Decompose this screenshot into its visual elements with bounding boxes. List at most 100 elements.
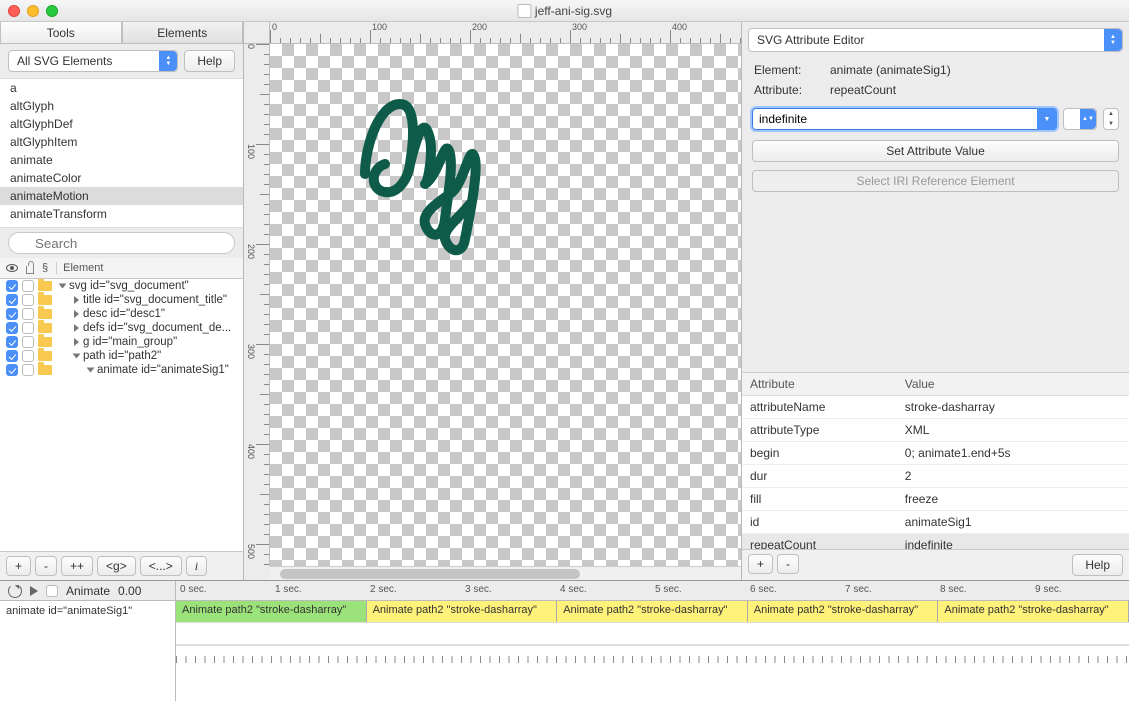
- timeline-clip[interactable]: Animate path2 "stroke-dasharray": [557, 601, 748, 622]
- disclosure-triangle-icon[interactable]: [73, 354, 81, 359]
- animate-checkbox[interactable]: [46, 585, 58, 597]
- lock-checkbox[interactable]: [22, 322, 34, 334]
- unit-select[interactable]: ▲▼: [1063, 108, 1097, 130]
- remove-attribute-button[interactable]: -: [777, 554, 799, 574]
- help-button[interactable]: Help: [184, 50, 235, 72]
- visibility-checkbox[interactable]: [6, 322, 18, 334]
- attr-name: attributeName: [742, 396, 897, 419]
- element-list-item[interactable]: altGlyph: [0, 97, 243, 115]
- stepper-up-icon[interactable]: ▲: [1104, 109, 1118, 119]
- panel-selector[interactable]: SVG Attribute Editor ▲▼: [748, 28, 1123, 52]
- table-row[interactable]: dur2: [742, 465, 1129, 488]
- table-row[interactable]: idanimateSig1: [742, 511, 1129, 534]
- visibility-checkbox[interactable]: [6, 364, 18, 376]
- scrollbar-thumb[interactable]: [280, 569, 580, 579]
- horizontal-scrollbar[interactable]: [270, 566, 741, 580]
- set-attribute-button[interactable]: Set Attribute Value: [752, 140, 1119, 162]
- search-input[interactable]: [8, 232, 235, 254]
- element-list-item[interactable]: animateColor: [0, 169, 243, 187]
- timeline-lanes[interactable]: Animate path2 "stroke-dasharray" Animate…: [176, 601, 1129, 701]
- ruler-horizontal: 0100200300400: [270, 22, 741, 44]
- attr-value: stroke-dasharray: [897, 396, 1129, 419]
- table-row[interactable]: begin0; animate1.end+5s: [742, 442, 1129, 465]
- disclosure-triangle-icon[interactable]: [74, 338, 79, 346]
- disclosure-triangle-icon[interactable]: [59, 284, 67, 289]
- tree-row[interactable]: title id="svg_document_title": [0, 293, 243, 307]
- disclosure-triangle-icon[interactable]: [74, 310, 79, 318]
- more-button[interactable]: <...>: [140, 556, 182, 576]
- element-list-item[interactable]: animateTransform: [0, 205, 243, 223]
- table-row[interactable]: fillfreeze: [742, 488, 1129, 511]
- section-column: §: [42, 262, 48, 274]
- table-row[interactable]: repeatCountindefinite: [742, 534, 1129, 550]
- element-list-item[interactable]: a: [0, 79, 243, 97]
- timeline-clip[interactable]: Animate path2 "stroke-dasharray": [176, 601, 367, 622]
- group-button[interactable]: <g>: [97, 556, 136, 576]
- tab-elements[interactable]: Elements: [122, 22, 244, 44]
- element-list-item[interactable]: altGlyphItem: [0, 133, 243, 151]
- chevron-down-icon[interactable]: ▼: [1037, 108, 1057, 130]
- duplicate-button[interactable]: ++: [61, 556, 93, 576]
- visibility-checkbox[interactable]: [6, 336, 18, 348]
- restart-icon[interactable]: [8, 584, 22, 598]
- tree-row[interactable]: svg id="svg_document": [0, 279, 243, 293]
- window-titlebar: jeff-ani-sig.svg: [0, 0, 1129, 22]
- visibility-checkbox[interactable]: [6, 350, 18, 362]
- add-attribute-button[interactable]: +: [748, 554, 773, 574]
- element-list-item[interactable]: animateMotion: [0, 187, 243, 205]
- tree-row[interactable]: defs id="svg_document_de...: [0, 321, 243, 335]
- timeline-row-label[interactable]: animate id="animateSig1": [0, 601, 175, 621]
- stepper-down-icon[interactable]: ▼: [1104, 119, 1118, 129]
- tree-row[interactable]: path id="path2": [0, 349, 243, 363]
- element-column-header: Element: [56, 262, 103, 274]
- disclosure-triangle-icon[interactable]: [74, 296, 79, 304]
- lock-checkbox[interactable]: [22, 336, 34, 348]
- element-list-item[interactable]: animate: [0, 151, 243, 169]
- tree-label: path id="path2": [83, 350, 161, 362]
- value-stepper[interactable]: ▲▼: [1103, 108, 1119, 130]
- svg-elements-list[interactable]: aaltGlyphaltGlyphDefaltGlyphItemanimatea…: [0, 78, 243, 228]
- tree-label: svg id="svg_document": [69, 280, 189, 292]
- visibility-checkbox[interactable]: [6, 308, 18, 320]
- tree-row[interactable]: animate id="animateSig1": [0, 363, 243, 377]
- lock-checkbox[interactable]: [22, 350, 34, 362]
- svg-content: [270, 44, 740, 564]
- table-row[interactable]: attributeTypeXML: [742, 419, 1129, 442]
- element-value: animate (animateSig1): [830, 63, 951, 77]
- attr-value: XML: [897, 419, 1129, 442]
- tree-row[interactable]: desc id="desc1": [0, 307, 243, 321]
- remove-button[interactable]: -: [35, 556, 57, 576]
- disclosure-triangle-icon[interactable]: [87, 368, 95, 373]
- lock-column-icon: [26, 266, 34, 274]
- timeline-clip[interactable]: Animate path2 "stroke-dasharray": [367, 601, 558, 622]
- document-tree[interactable]: svg id="svg_document"title id="svg_docum…: [0, 279, 243, 551]
- element-key: Element:: [754, 63, 814, 77]
- element-list-item[interactable]: altGlyphDef: [0, 115, 243, 133]
- lock-checkbox[interactable]: [22, 308, 34, 320]
- minimize-window-button[interactable]: [27, 5, 39, 17]
- timeline-clip[interactable]: Animate path2 "stroke-dasharray": [748, 601, 939, 622]
- table-row[interactable]: attributeNamestroke-dasharray: [742, 396, 1129, 419]
- close-window-button[interactable]: [8, 5, 20, 17]
- tree-row[interactable]: g id="main_group": [0, 335, 243, 349]
- element-filter-select[interactable]: All SVG Elements ▲▼: [8, 50, 178, 72]
- left-sidebar: Tools Elements All SVG Elements ▲▼ Help …: [0, 22, 244, 580]
- attribute-value-input[interactable]: [752, 108, 1057, 130]
- lock-checkbox[interactable]: [22, 294, 34, 306]
- help-button[interactable]: Help: [1072, 554, 1123, 576]
- canvas[interactable]: [270, 44, 741, 566]
- visibility-checkbox[interactable]: [6, 280, 18, 292]
- lock-checkbox[interactable]: [22, 364, 34, 376]
- visibility-checkbox[interactable]: [6, 294, 18, 306]
- lock-checkbox[interactable]: [22, 280, 34, 292]
- add-button[interactable]: +: [6, 556, 31, 576]
- attributes-table[interactable]: Attribute Value attributeNamestroke-dash…: [742, 372, 1129, 549]
- play-icon[interactable]: [30, 586, 38, 596]
- info-button[interactable]: i: [186, 556, 207, 576]
- disclosure-triangle-icon[interactable]: [74, 324, 79, 332]
- zoom-window-button[interactable]: [46, 5, 58, 17]
- timeline-clip[interactable]: Animate path2 "stroke-dasharray": [938, 601, 1129, 622]
- attr-value: 0; animate1.end+5s: [897, 442, 1129, 465]
- tab-tools[interactable]: Tools: [0, 22, 122, 44]
- visibility-column-icon: [6, 264, 18, 272]
